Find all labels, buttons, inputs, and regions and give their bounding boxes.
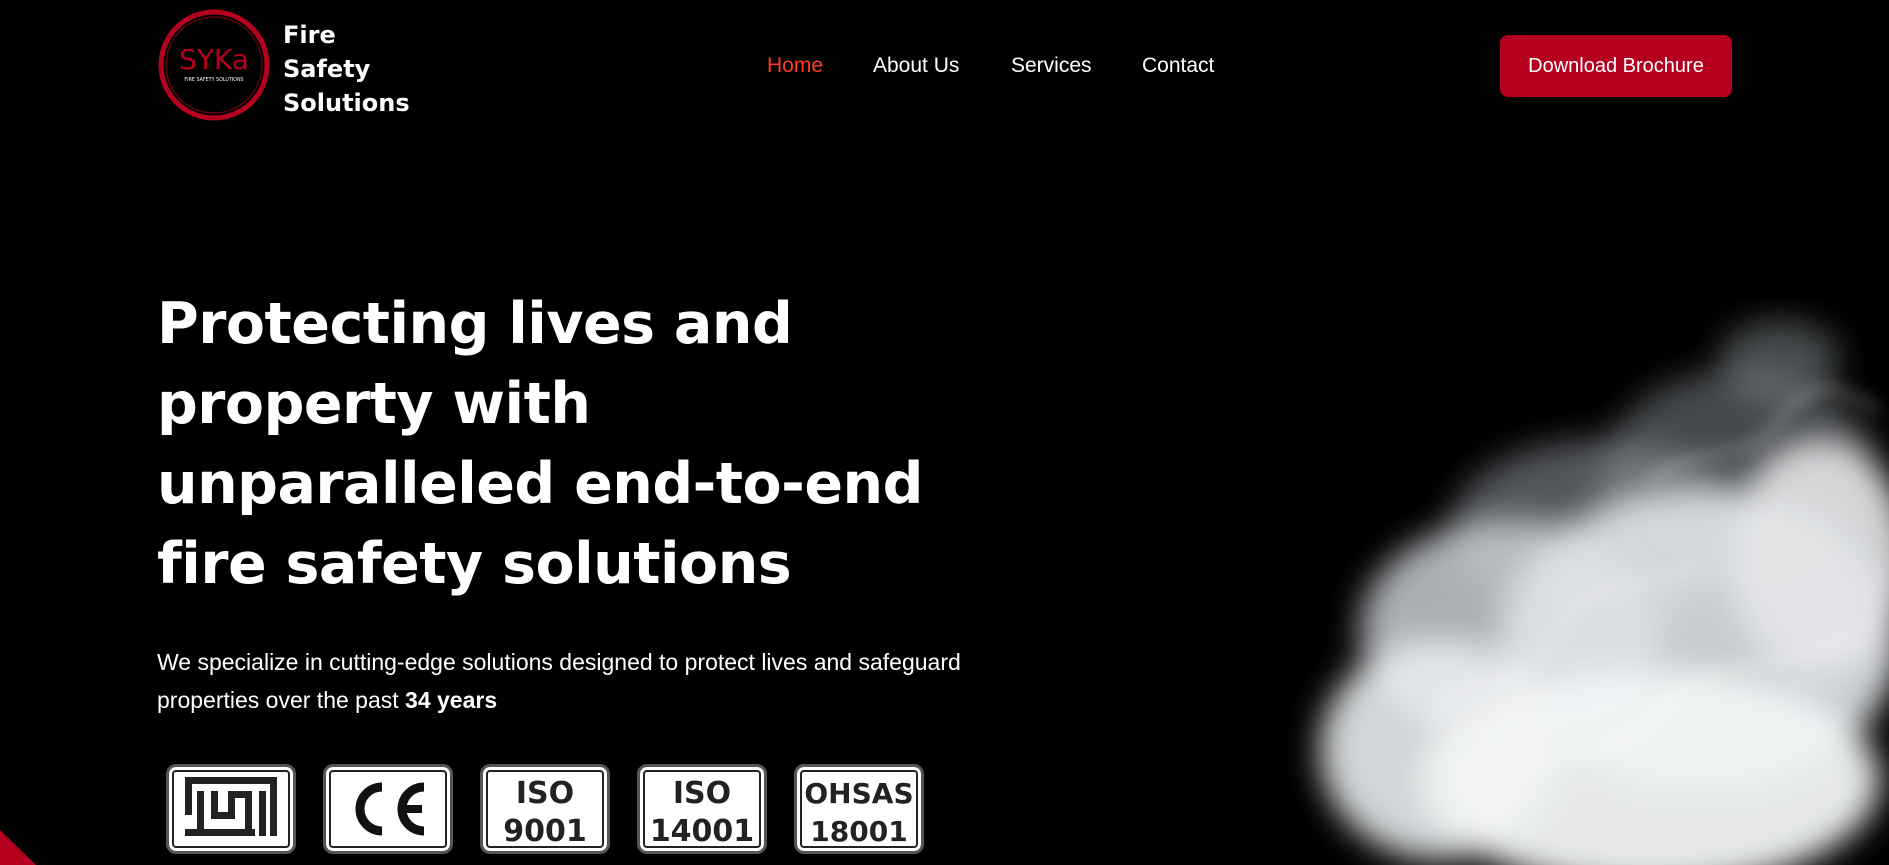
ohsas-18001-badge: OHSAS 18001 <box>794 764 924 854</box>
logo-name: Fire Safety Solutions <box>283 18 410 120</box>
ce-mark-icon <box>355 782 425 836</box>
isi-badge <box>166 764 296 854</box>
nav-about-us[interactable]: About Us <box>873 54 959 78</box>
iso-14001-badge: ISO 14001 <box>637 764 767 854</box>
iso-9001-line-2: 9001 <box>503 814 587 849</box>
ohsas-18001-line-1: OHSAS <box>804 777 914 810</box>
iso-9001-text: ISO 9001 <box>483 775 607 851</box>
logo-mark-subtext: FIRE SAFETY SOLUTIONS <box>184 77 243 83</box>
iso-9001-badge: ISO 9001 <box>480 764 610 854</box>
download-brochure-button[interactable]: Download Brochure <box>1500 35 1732 97</box>
hero-title: Protecting lives and property with unpar… <box>157 291 923 597</box>
logo-mark-icon: SYKa FIRE SAFETY SOLUTIONS <box>158 9 270 121</box>
iso-14001-line-1: ISO <box>672 776 732 811</box>
hero-subtitle-text: We specialize in cutting-edge solutions … <box>157 649 961 713</box>
iso-14001-line-2: 14001 <box>649 814 755 849</box>
nav-home[interactable]: Home <box>767 54 823 78</box>
logo-mark-text: SYKa <box>179 43 249 76</box>
nav-services[interactable]: Services <box>1011 54 1092 78</box>
smoke-cloud-image <box>1320 320 1889 865</box>
nav-contact[interactable]: Contact <box>1142 54 1214 78</box>
corner-accent <box>0 830 36 865</box>
ohsas-18001-text: OHSAS 18001 <box>797 775 921 851</box>
ohsas-18001-line-2: 18001 <box>810 815 908 848</box>
isi-mark-icon <box>185 777 277 836</box>
logo-name-line-2: Safety <box>283 55 371 83</box>
hero-subtitle: We specialize in cutting-edge solutions … <box>157 643 967 719</box>
ce-badge <box>323 764 453 854</box>
iso-14001-text: ISO 14001 <box>640 775 764 851</box>
logo-name-line-3: Solutions <box>283 89 410 117</box>
logo-name-line-1: Fire <box>283 21 336 49</box>
hero-subtitle-highlight: 34 years <box>405 687 498 713</box>
logo-link[interactable]: SYKa FIRE SAFETY SOLUTIONS Fire Safety S… <box>157 8 410 128</box>
iso-9001-line-1: ISO <box>515 776 575 811</box>
